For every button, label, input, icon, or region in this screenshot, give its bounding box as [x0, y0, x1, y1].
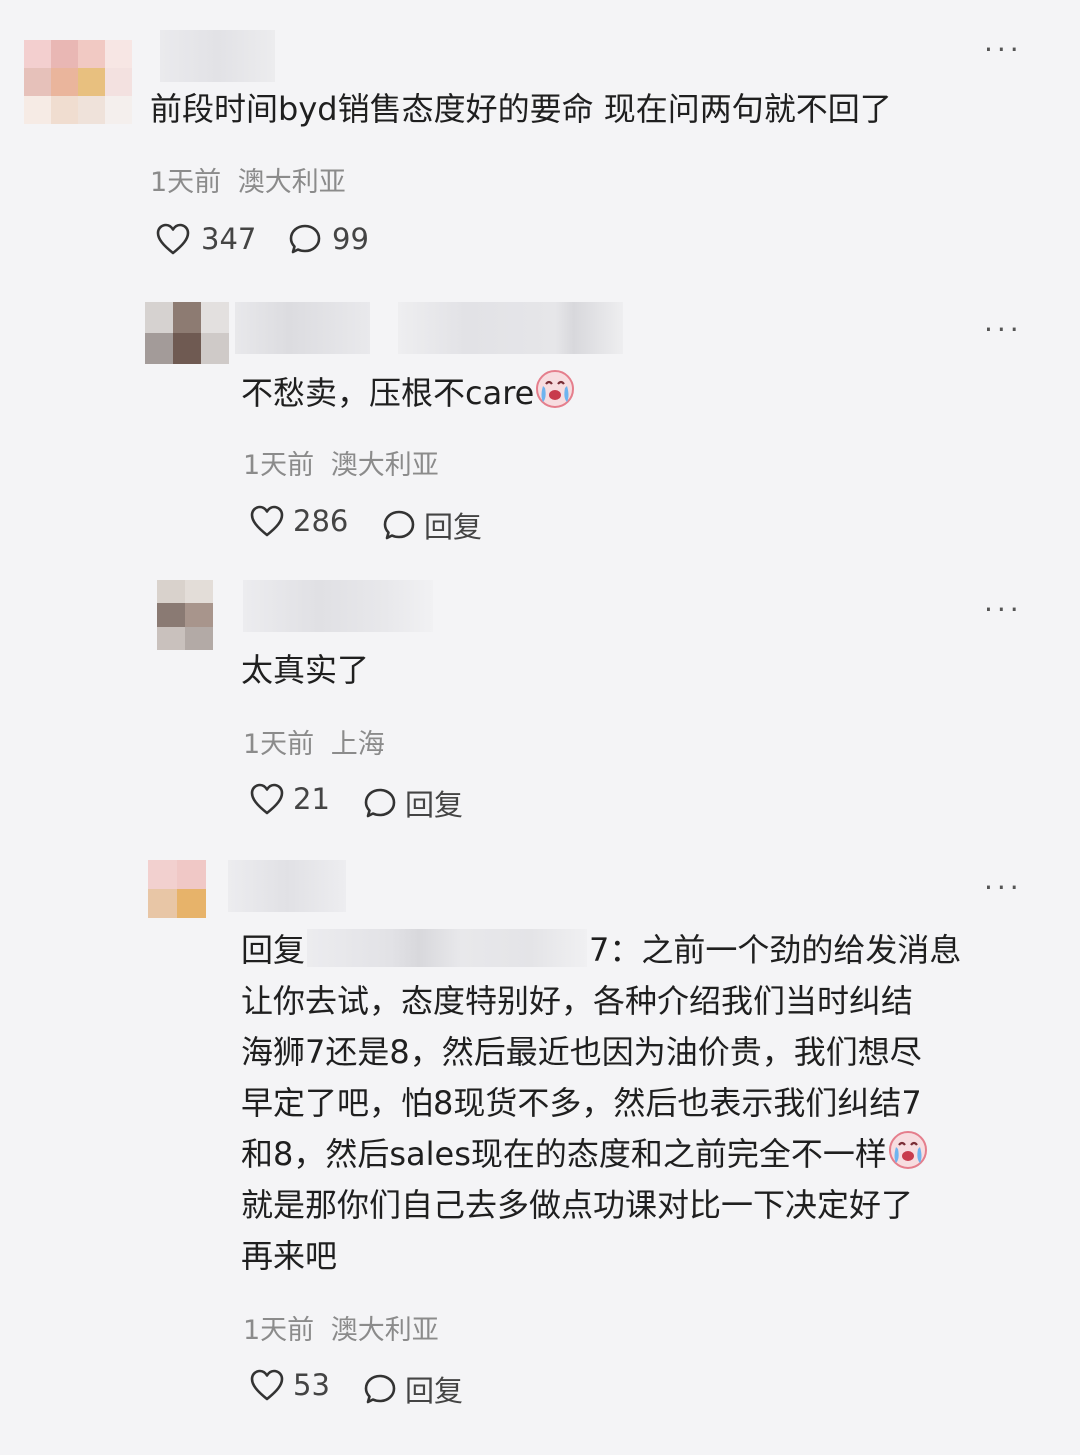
avatar[interactable]: [24, 40, 132, 124]
more-dots-icon[interactable]: ···: [984, 316, 1023, 344]
avatar[interactable]: [145, 302, 229, 364]
comment-location: 上海: [330, 729, 385, 760]
more-dots-icon[interactable]: ···: [984, 596, 1023, 624]
reply-button[interactable]: 回复: [382, 504, 482, 546]
comment-meta: 1天前 澳大利亚: [243, 1308, 439, 1347]
comment-text: 不愁卖，压根不care: [241, 368, 576, 419]
crying-emoji-icon: [536, 370, 575, 408]
comment-line: 就是那你们自己去多做点功课对比一下决定好了: [241, 1186, 914, 1224]
reply-first-line: 回复 7：之前一个劲的给发消息: [241, 925, 1021, 976]
username-blurred[interactable]: [228, 860, 346, 912]
like-count: 286: [293, 504, 349, 538]
more-dots-icon[interactable]: ···: [984, 36, 1023, 64]
comment-time: 1天前: [243, 1315, 315, 1346]
reply-label: 回复: [424, 510, 483, 544]
avatar[interactable]: [157, 580, 213, 650]
username-blurred[interactable]: [243, 580, 433, 632]
comment-time: 1天前: [243, 450, 315, 481]
comment-location: 澳大利亚: [237, 167, 346, 198]
speech-bubble-icon: [289, 224, 321, 254]
heart-outline-icon: [250, 505, 284, 537]
comment-location: 澳大利亚: [330, 1315, 439, 1346]
like-button[interactable]: 347: [155, 222, 256, 256]
heart-outline-icon: [250, 783, 284, 815]
avatar[interactable]: [148, 860, 206, 918]
like-button[interactable]: 21: [249, 782, 330, 816]
reply-button[interactable]: 回复: [363, 1368, 463, 1410]
comment-meta: 1天前 澳大利亚: [243, 443, 439, 482]
comment-text-content: 不愁卖，压根不care: [241, 374, 535, 412]
comment-time: 1天前: [243, 729, 315, 760]
like-button[interactable]: 286: [249, 504, 348, 538]
username-blurred[interactable]: [160, 30, 275, 82]
like-count: 347: [201, 222, 257, 256]
comment-text: 前段时间byd销售态度好的要命 现在问两句就不回了: [150, 90, 892, 128]
comment-text: 太真实了: [241, 651, 370, 689]
comment-line: 和8，然后sales现在的态度和之前完全不一样: [241, 1135, 887, 1173]
comment-count: 99: [332, 222, 369, 256]
heart-outline-icon: [250, 1369, 284, 1401]
comment-line: 海狮7还是8，然后最近也因为油价贵，我们想尽: [241, 1033, 922, 1071]
speech-bubble-icon: [364, 1374, 396, 1404]
heart-outline-icon: [156, 223, 190, 255]
reply-label: 回复: [405, 788, 464, 822]
comment-count-button[interactable]: 99: [288, 222, 369, 256]
reply-button[interactable]: 回复: [363, 782, 463, 824]
comment-line: 早定了吧，怕8现货不多，然后也表示我们纠结7: [241, 1084, 922, 1122]
comment-line: 再来吧: [241, 1237, 338, 1275]
reply-prefix: 回复: [241, 931, 306, 969]
comment-text: 回复 7：之前一个劲的给发消息 让你去试，态度特别好，各种介绍我们当时纠结 海狮7…: [241, 925, 1021, 1282]
like-count: 53: [293, 1368, 330, 1402]
reply-target-blurred[interactable]: [307, 929, 588, 967]
speech-bubble-icon: [364, 788, 396, 818]
like-count: 21: [293, 782, 330, 816]
crying-emoji-icon: [888, 1131, 927, 1169]
more-dots-icon[interactable]: ···: [984, 874, 1023, 902]
username-blurred: [398, 302, 623, 354]
comment-time: 1天前: [150, 167, 222, 198]
comment-line-with-emoji: 和8，然后sales现在的态度和之前完全不一样: [241, 1129, 1021, 1180]
reply-tail: 7：之前一个劲的给发消息: [589, 931, 962, 969]
username-blurred[interactable]: [235, 302, 370, 354]
comment-location: 澳大利亚: [330, 450, 439, 481]
like-button[interactable]: 53: [249, 1368, 330, 1402]
reply-label: 回复: [405, 1374, 464, 1408]
comment-meta: 1天前 上海: [243, 722, 385, 761]
comment-meta: 1天前 澳大利亚: [150, 160, 346, 199]
comment-line: 让你去试，态度特别好，各种介绍我们当时纠结: [241, 982, 914, 1020]
speech-bubble-icon: [383, 510, 415, 540]
